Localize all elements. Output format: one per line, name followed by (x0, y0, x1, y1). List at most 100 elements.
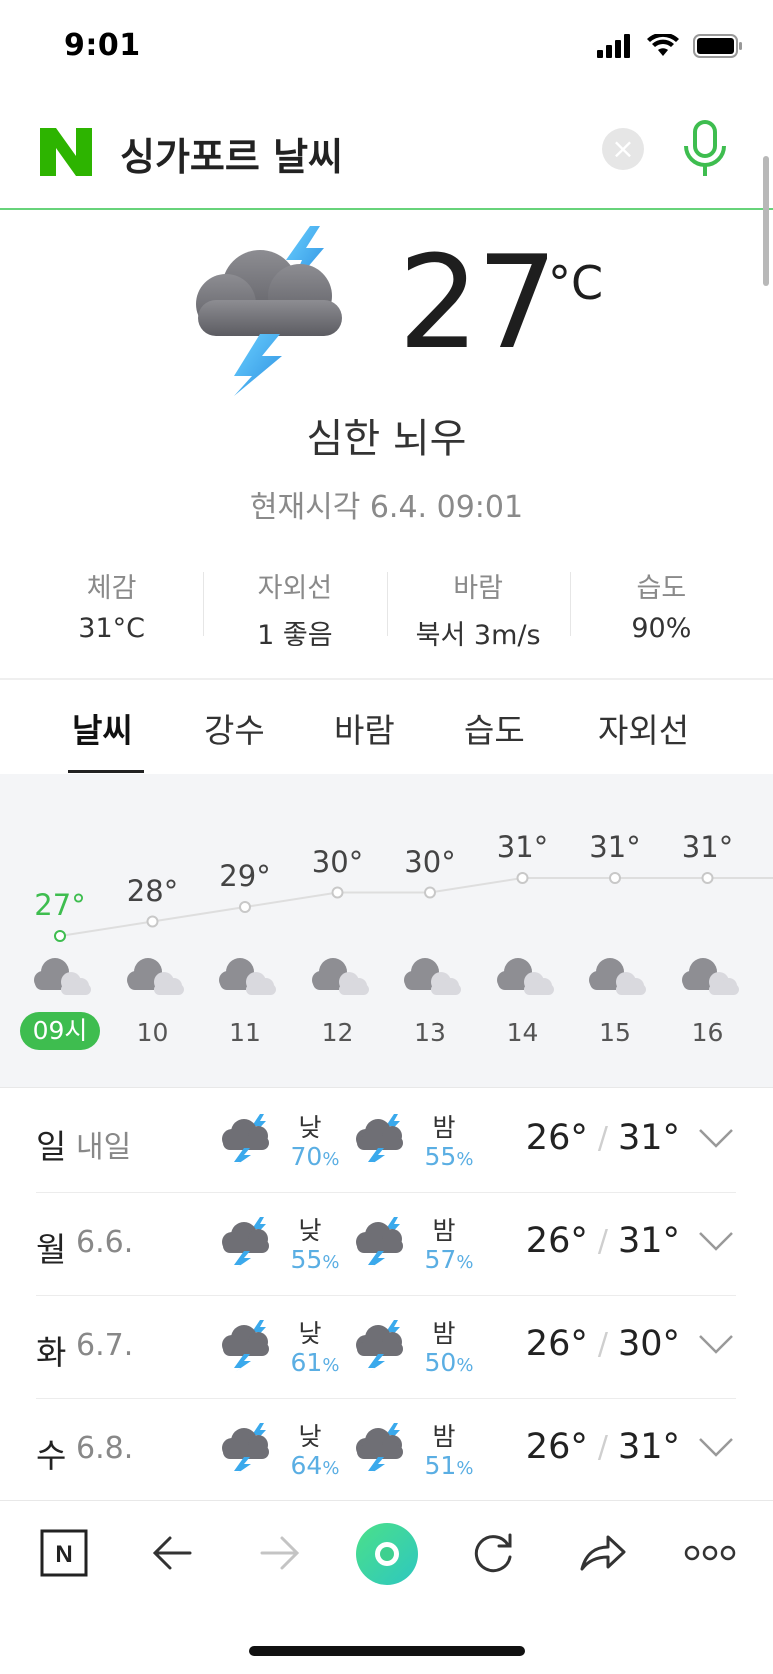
daytime-label: 낮 (298, 1422, 322, 1451)
cloudy-icon (311, 958, 369, 995)
tab-wind[interactable]: 바람 (334, 704, 395, 752)
stat-feels-like: 체감 31°C (20, 566, 203, 646)
stat-label: 바람 (453, 573, 503, 604)
thunderstorm-icon (196, 226, 342, 396)
hour-label: 12 (321, 1018, 354, 1047)
chevron-down-icon[interactable] (698, 1229, 734, 1253)
daily-row[interactable]: 월 6.6. 낮 55% 밤 57% 26°/31° (36, 1193, 736, 1296)
home-indicator (249, 1646, 525, 1656)
day-date: 내일 (76, 1130, 132, 1165)
night-rain-chance: 51% (414, 1451, 484, 1480)
temperature-point (331, 886, 344, 899)
hour-label: 11 (229, 1018, 261, 1047)
day-name: 화 (36, 1333, 67, 1372)
day-name: 일 (36, 1127, 67, 1166)
weather-tabs: 날씨 강수 바람 습도 자외선 (0, 690, 773, 774)
chevron-down-icon[interactable] (698, 1435, 734, 1459)
active-tab-indicator (68, 770, 144, 773)
microphone-icon[interactable] (680, 120, 730, 180)
status-icons (597, 34, 743, 58)
temperature-separator: / (597, 1429, 608, 1465)
thunderstorm-icon (356, 1217, 403, 1269)
cloudy-icon (496, 958, 554, 995)
thunderstorm-icon (222, 1217, 269, 1269)
thunderstorm-icon (222, 1423, 269, 1475)
temperature-separator: / (597, 1223, 608, 1259)
daily-forecast: 일 내일 낮 70% 밤 55% 26°/31° 월 6.6. 낮 55% 밤 57% 26°/31° 화 6… (36, 1090, 736, 1502)
temperature-range: 26°/31° (526, 1427, 680, 1467)
cloudy-icon (219, 958, 276, 995)
chevron-down-icon[interactable] (698, 1332, 734, 1356)
stat-label: 자외선 (257, 573, 333, 604)
clear-search-button[interactable]: × (602, 128, 644, 170)
hour-temperature: 31° (589, 830, 641, 864)
temperature-range: 26°/31° (526, 1118, 680, 1158)
night-rain-chance: 50% (414, 1348, 484, 1377)
forward-button[interactable] (248, 1525, 312, 1581)
daily-row[interactable]: 화 6.7. 낮 61% 밤 50% 26°/30° (36, 1296, 736, 1399)
night-rain-value: 55 (424, 1142, 457, 1171)
thunderstorm-icon (356, 1423, 403, 1475)
tab-weather[interactable]: 날씨 (72, 704, 133, 752)
thunderstorm-icon (356, 1320, 403, 1372)
night-rain-chance: 55% (414, 1142, 484, 1171)
night-label: 밤 (432, 1113, 456, 1142)
daily-row[interactable]: 수 6.8. 낮 64% 밤 51% 26°/31° (36, 1399, 736, 1502)
search-header: 싱가포르 날씨 × (0, 100, 773, 210)
hour-label: 10 (136, 1018, 169, 1047)
back-button[interactable] (140, 1525, 204, 1581)
percent-unit: % (322, 1458, 340, 1479)
daytime-rain-value: 70 (290, 1142, 323, 1171)
high-temperature: 31° (617, 1427, 680, 1467)
refresh-button[interactable] (462, 1525, 526, 1581)
tab-humidity[interactable]: 습도 (464, 704, 525, 752)
close-icon: × (611, 132, 635, 165)
percent-unit: % (456, 1458, 474, 1479)
weather-stats: 체감 31°C 자외선 1 좋음 바람 북서 3m/s 습도 90% (20, 566, 753, 651)
percent-unit: % (322, 1355, 340, 1376)
temperature-point (239, 901, 251, 913)
tab-precipitation[interactable]: 강수 (204, 704, 265, 752)
stat-value: 북서 3m/s (415, 620, 541, 651)
naver-logo-icon[interactable] (40, 128, 92, 176)
search-input[interactable]: 싱가포르 날씨 (120, 126, 343, 181)
temperature-unit: °C (548, 256, 604, 310)
thunderstorm-icon (222, 1320, 269, 1372)
tab-uv[interactable]: 자외선 (598, 704, 689, 752)
status-bar: 9:01 (0, 0, 773, 96)
daytime-rain-value: 55 (290, 1245, 323, 1274)
night-label: 밤 (432, 1422, 456, 1451)
more-button[interactable] (678, 1525, 742, 1581)
hour-temperature: 31° (496, 830, 549, 864)
hour-temperature: 30° (404, 844, 456, 879)
low-temperature: 26° (525, 1427, 588, 1467)
low-temperature: 26° (525, 1118, 588, 1158)
temperature-range: 26°/31° (526, 1221, 680, 1261)
naver-home-button[interactable]: N (32, 1525, 96, 1581)
stat-value: 31°C (78, 613, 145, 644)
night-rain-value: 50 (424, 1348, 457, 1377)
hourly-forecast[interactable]: 27° 09시 28° 10 29° 11 30° 12 30° 13 31° 14 31° 15 31° 1… (0, 774, 773, 1088)
cloudy-icon (404, 958, 461, 995)
chevron-down-icon[interactable] (698, 1126, 734, 1150)
share-button[interactable] (570, 1525, 634, 1581)
naver-home-icon: N (40, 1529, 88, 1577)
hour-label: 09시 (20, 1012, 100, 1050)
hour-label: 14 (506, 1018, 539, 1047)
day-name: 수 (36, 1436, 67, 1475)
scrollbar[interactable] (763, 156, 769, 286)
daytime-label: 낮 (298, 1113, 322, 1142)
stat-label: 습도 (636, 573, 687, 604)
temperature-separator: / (597, 1120, 608, 1156)
daytime-rain-chance: 55% (280, 1245, 350, 1274)
daily-row[interactable]: 일 내일 낮 70% 밤 55% 26°/31° (36, 1090, 736, 1193)
hour-temperature: 31° (681, 830, 734, 864)
night-label: 밤 (432, 1319, 456, 1348)
night-rain-value: 51 (424, 1451, 457, 1480)
battery-icon (693, 34, 742, 58)
temperature-range: 26°/30° (526, 1324, 680, 1364)
wifi-icon (647, 34, 679, 56)
daytime-rain-chance: 70% (280, 1142, 350, 1171)
percent-unit: % (456, 1149, 474, 1170)
green-dot-button[interactable] (354, 1521, 420, 1587)
